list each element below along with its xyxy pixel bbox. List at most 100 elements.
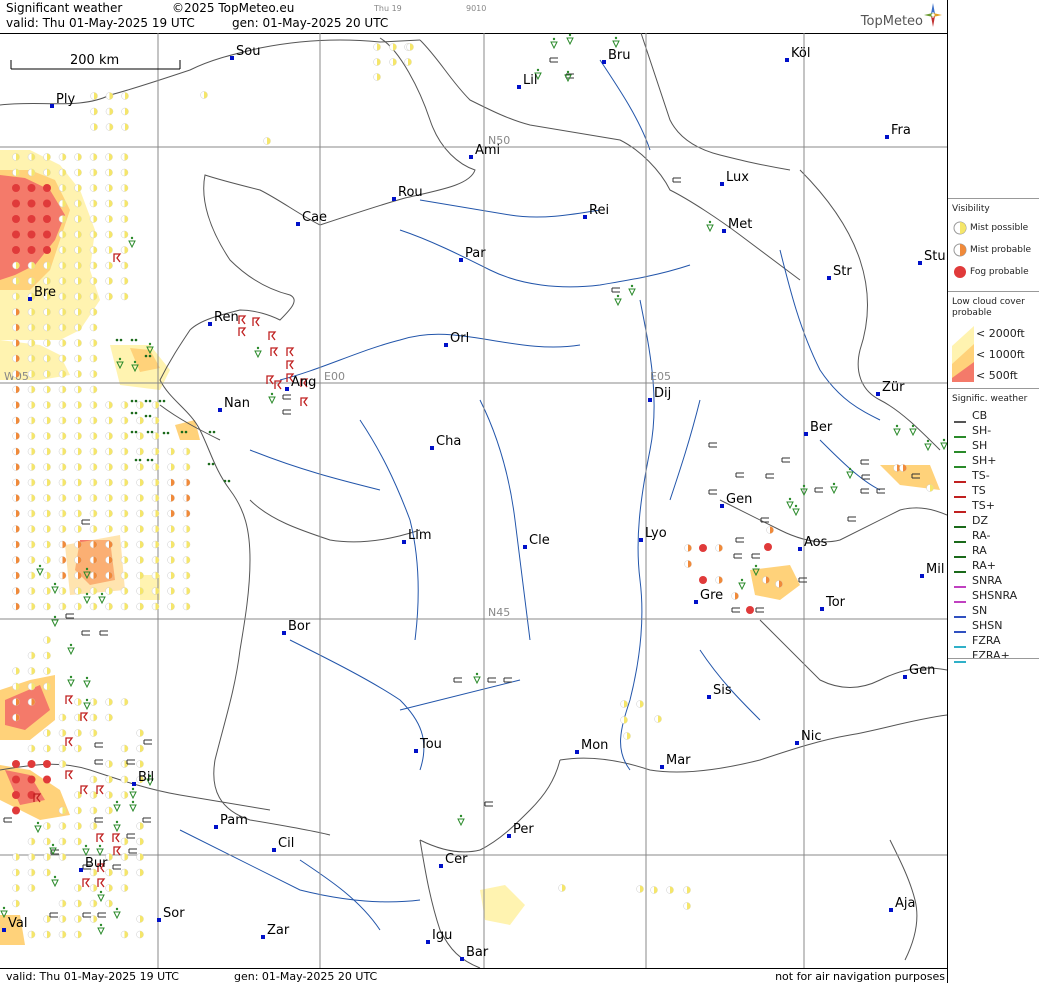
- thunderstorm-icon: [80, 712, 89, 722]
- city-label: Val: [8, 916, 27, 931]
- thunderstorm-icon: [286, 360, 295, 370]
- city-label: Cle: [529, 533, 550, 548]
- mist-icon: [58, 930, 67, 939]
- city-dot-icon: [439, 864, 443, 868]
- cb-icon: [81, 519, 90, 525]
- mist-icon: [58, 806, 67, 815]
- cb-icon: [860, 459, 869, 465]
- mist-icon: [167, 494, 175, 502]
- mist-icon: [389, 58, 397, 66]
- mist-icon: [74, 184, 82, 192]
- disclaimer: not for air navigation purposes: [775, 970, 945, 983]
- shower-icon: [830, 482, 838, 495]
- mist-icon: [89, 791, 98, 799]
- mist-icon: [74, 698, 82, 706]
- mist-icon: [167, 509, 175, 518]
- legend-weather-item: SH-: [972, 424, 992, 437]
- shower-icon: [113, 907, 121, 920]
- city-label: Cil: [278, 836, 294, 851]
- mist-icon: [666, 886, 674, 894]
- mist-icon: [151, 587, 160, 595]
- mist-icon: [43, 447, 51, 456]
- mist-icon: [43, 540, 51, 549]
- drizzle-icon: [162, 431, 170, 435]
- city-label: Tou: [419, 737, 442, 752]
- mist-icon: [389, 43, 397, 51]
- mist-icon: [58, 168, 67, 177]
- mist-icon: [182, 571, 191, 580]
- city-dot-icon: [208, 322, 212, 326]
- mist-icon: [89, 698, 98, 706]
- mist-icon: [120, 261, 129, 270]
- mist-icon: [182, 463, 191, 471]
- mist-icon: [105, 168, 113, 177]
- mist-icon: [43, 385, 51, 394]
- cb-icon: [282, 409, 291, 415]
- mist-icon: [12, 791, 20, 799]
- mist-icon: [263, 137, 271, 145]
- drizzle-icon: [134, 458, 142, 462]
- mist-icon: [136, 571, 144, 580]
- cb-icon: [672, 177, 681, 183]
- city-dot-icon: [517, 85, 521, 89]
- mist-icon: [167, 463, 175, 471]
- mist-icon: [74, 463, 82, 471]
- mist-icon: [43, 246, 51, 254]
- tab-day[interactable]: Thu 19: [374, 4, 402, 13]
- mist-icon: [27, 509, 36, 518]
- mist-icon: [74, 729, 82, 737]
- mist-icon: [373, 58, 381, 66]
- mist-icon: [105, 230, 113, 239]
- mist-icon: [27, 277, 36, 285]
- mist-icon: [90, 92, 98, 100]
- cb-icon: [735, 537, 744, 543]
- city-label: Lil: [523, 73, 537, 88]
- city-marker: Dij: [648, 386, 671, 402]
- mist-icon: [74, 525, 82, 533]
- cb-icon: [549, 57, 558, 63]
- mist-icon: [764, 543, 772, 551]
- mist-icon: [43, 168, 51, 177]
- city-label: Ang: [291, 375, 316, 390]
- drizzle-icon: [130, 430, 138, 434]
- ra-legend-icon: [954, 531, 966, 543]
- city-dot-icon: [285, 387, 289, 391]
- mist-icon: [105, 899, 113, 908]
- mist-icon: [43, 199, 51, 208]
- tab-code[interactable]: 9010: [466, 4, 486, 13]
- mist-icon: [58, 837, 67, 846]
- sh-legend-icon: [954, 426, 966, 438]
- weather-map[interactable]: N50 N45 W05 E00 E05 200 km SouBruKölPlyL…: [0, 33, 947, 968]
- mist-icon: [58, 571, 67, 580]
- mist-icon: [89, 292, 98, 301]
- city-label: Lux: [726, 170, 749, 185]
- city-dot-icon: [575, 750, 579, 754]
- mist-icon: [105, 509, 113, 518]
- mist-icon: [120, 791, 129, 799]
- mist-icon: [74, 494, 82, 502]
- mist-icon: [43, 478, 51, 487]
- legend-weather-item: SH: [972, 439, 988, 452]
- mist-icon: [89, 432, 98, 440]
- mist-icon: [120, 494, 129, 502]
- mist-icon: [12, 478, 20, 487]
- thunderstorm-icon: [238, 327, 247, 337]
- mist-icon: [762, 576, 770, 584]
- cb-icon: [143, 739, 152, 745]
- legend-panel: Visibility Mist possible Mist probable F…: [947, 0, 1039, 983]
- mist-icon: [136, 930, 144, 939]
- mist-icon: [74, 292, 82, 301]
- mist-icon: [731, 592, 739, 600]
- mist-icon: [12, 760, 20, 768]
- topmeteo-logo[interactable]: TopMeteo: [861, 14, 923, 29]
- mist-icon: [120, 416, 129, 425]
- mist-icon: [766, 526, 774, 534]
- city-marker: Nan: [218, 396, 250, 412]
- mist-icon: [27, 354, 36, 363]
- mist-icon: [89, 806, 98, 815]
- mist-icon: [27, 837, 36, 846]
- thunderstorm-icon: [113, 253, 122, 263]
- mist-icon: [12, 447, 20, 456]
- city-dot-icon: [720, 504, 724, 508]
- mist-icon: [105, 494, 113, 502]
